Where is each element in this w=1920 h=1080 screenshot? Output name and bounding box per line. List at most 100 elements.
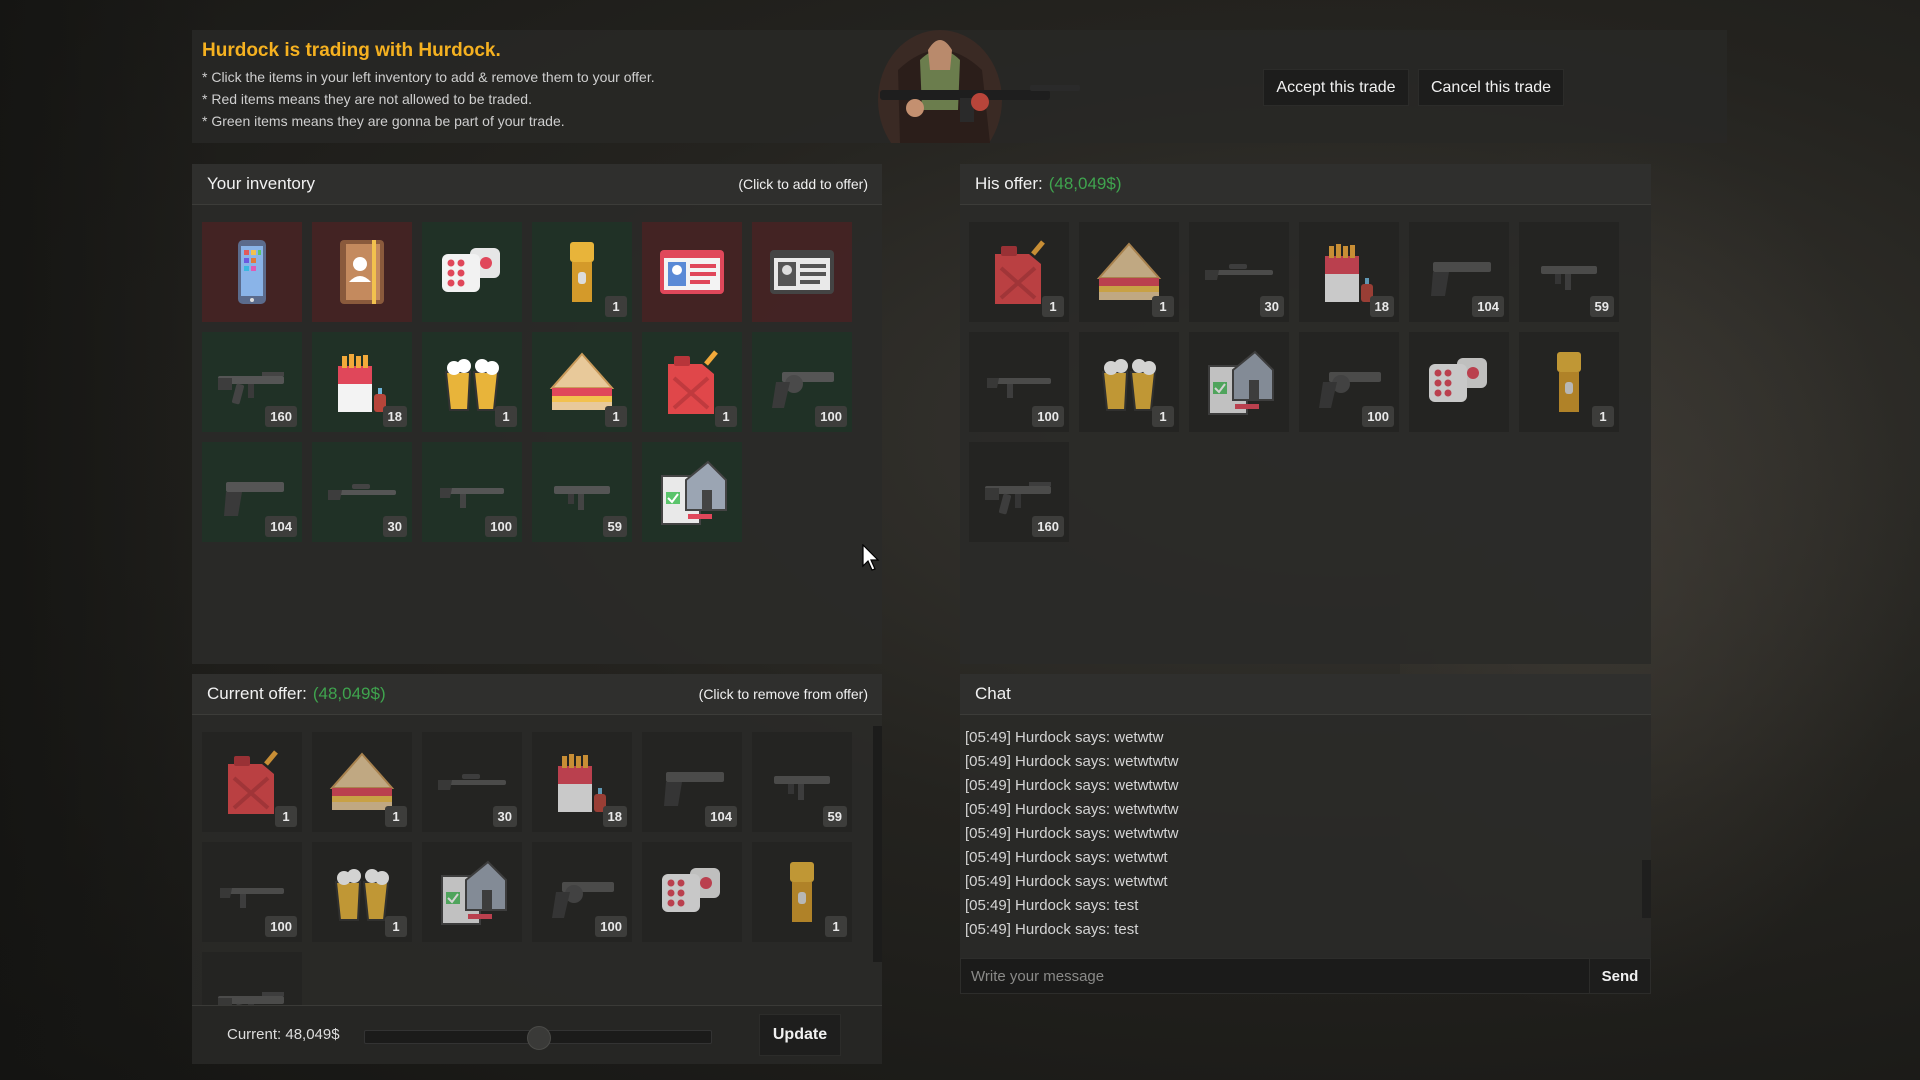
item-slot[interactable] xyxy=(202,952,302,1006)
item-count-badge: 1 xyxy=(1042,296,1064,317)
instruction-line: * Red items means they are not allowed t… xyxy=(202,91,532,107)
his-offer-amount: (48,049$) xyxy=(1048,174,1122,193)
item-count-badge: 160 xyxy=(1032,516,1064,537)
item-slot[interactable]: 59 xyxy=(532,442,632,542)
phone-icon xyxy=(238,240,266,304)
inventory-hint: (Click to add to offer) xyxy=(738,176,868,192)
current-offer-panel: Current offer: (48,049$) (Click to remove… xyxy=(192,674,882,1064)
money-slider-thumb[interactable] xyxy=(527,1026,551,1050)
item-slot[interactable]: 1 xyxy=(202,732,302,832)
item-slot[interactable]: 160 xyxy=(969,442,1069,542)
item-count-badge: 30 xyxy=(492,806,517,827)
chat-message: [05:49] Hurdock says: test xyxy=(965,921,1139,938)
his-offer-panel: His offer: (48,049$) 1 1 30 18 104 59 100 1 100 1 1… xyxy=(960,164,1651,664)
inventory-panel: Your inventory (Click to add to offer) 1… xyxy=(192,164,882,664)
item-slot[interactable]: 104 xyxy=(202,442,302,542)
dice-icon xyxy=(442,248,500,292)
license-card-icon xyxy=(770,250,834,294)
item-slot[interactable] xyxy=(312,222,412,322)
chat-message: [05:49] Hurdock says: wetwtwtw xyxy=(965,825,1179,842)
item-slot[interactable] xyxy=(422,842,522,942)
item-count-badge: 1 xyxy=(605,406,627,427)
item-slot[interactable]: 100 xyxy=(202,842,302,942)
item-count-badge: 1 xyxy=(1152,296,1174,317)
item-slot[interactable]: 100 xyxy=(1299,332,1399,432)
item-count-badge: 30 xyxy=(1259,296,1284,317)
item-slot[interactable]: 1 xyxy=(1519,332,1619,432)
item-count-badge: 100 xyxy=(485,516,517,537)
item-slot[interactable]: 100 xyxy=(752,332,852,432)
background-shade xyxy=(0,0,220,1080)
item-slot[interactable] xyxy=(1189,332,1289,432)
item-slot[interactable]: 1 xyxy=(312,842,412,942)
current-offer-scrollbar[interactable] xyxy=(873,726,882,962)
item-slot[interactable]: 1 xyxy=(1079,222,1179,322)
item-slot[interactable]: 59 xyxy=(752,732,852,832)
item-count-badge: 104 xyxy=(1472,296,1504,317)
inventory-header: Your inventory (Click to add to offer) xyxy=(192,164,882,205)
instruction-line: * Green items means they are gonna be pa… xyxy=(202,113,565,129)
chat-message: [05:49] Hurdock says: wetwtw xyxy=(965,729,1164,746)
item-slot[interactable]: 30 xyxy=(422,732,522,832)
item-slot[interactable]: 1 xyxy=(532,332,632,432)
item-slot[interactable]: 104 xyxy=(642,732,742,832)
chat-header: Chat xyxy=(960,674,1651,715)
item-slot[interactable] xyxy=(752,222,852,322)
item-slot[interactable]: 1 xyxy=(312,732,412,832)
offer-amount-bar: Current: 48,049$ Update xyxy=(192,1005,882,1064)
chat-log: [05:49] Hurdock says: wetwtw [05:49] Hurd… xyxy=(965,726,1178,942)
item-slot[interactable] xyxy=(202,222,302,322)
item-count-badge: 100 xyxy=(595,916,627,937)
chat-panel: Chat [05:49] Hurdock says: wetwtw [05:49]… xyxy=(960,674,1651,994)
item-slot[interactable]: 1 xyxy=(642,332,742,432)
item-slot[interactable] xyxy=(642,442,742,542)
chat-message-input[interactable] xyxy=(960,958,1590,994)
current-offer-hint: (Click to remove from offer) xyxy=(698,686,868,702)
trade-header: Hurdock is trading with Hurdock. * Click… xyxy=(192,30,1727,143)
item-slot[interactable]: 30 xyxy=(312,442,412,542)
send-button[interactable]: Send xyxy=(1589,958,1651,994)
item-count-badge: 1 xyxy=(495,406,517,427)
his-offer-header: His offer: (48,049$) xyxy=(960,164,1651,205)
chat-message: [05:49] Hurdock says: wetwtwtw xyxy=(965,801,1179,818)
item-slot[interactable]: 18 xyxy=(1299,222,1399,322)
item-slot[interactable] xyxy=(642,222,742,322)
chat-message: [05:49] Hurdock says: wetwtwt xyxy=(965,873,1168,890)
item-slot[interactable]: 1 xyxy=(752,842,852,942)
item-slot[interactable]: 104 xyxy=(1409,222,1509,322)
item-slot[interactable]: 1 xyxy=(969,222,1069,322)
chat-message: [05:49] Hurdock says: wetwtwtw xyxy=(965,753,1179,770)
item-slot[interactable]: 100 xyxy=(422,442,522,542)
current-offer-header: Current offer: (48,049$) (Click to remove… xyxy=(192,674,882,715)
chat-scrollbar[interactable] xyxy=(1642,860,1651,918)
accept-trade-button[interactable]: Accept this trade xyxy=(1263,69,1409,106)
item-count-badge: 100 xyxy=(815,406,847,427)
item-slot[interactable]: 160 xyxy=(202,332,302,432)
money-slider[interactable] xyxy=(364,1026,712,1050)
item-slot[interactable]: 18 xyxy=(532,732,632,832)
item-slot[interactable]: 59 xyxy=(1519,222,1619,322)
item-slot[interactable]: 18 xyxy=(312,332,412,432)
item-slot[interactable]: 100 xyxy=(532,842,632,942)
item-slot[interactable]: 1 xyxy=(1079,332,1179,432)
item-slot[interactable]: 1 xyxy=(422,332,522,432)
item-count-badge: 59 xyxy=(822,806,847,827)
chat-message: [05:49] Hurdock says: wetwtwtw xyxy=(965,777,1179,794)
chat-message: [05:49] Hurdock says: test xyxy=(965,897,1139,914)
update-button[interactable]: Update xyxy=(759,1014,841,1056)
item-slot[interactable] xyxy=(422,222,522,322)
item-count-badge: 1 xyxy=(1152,406,1174,427)
character-portrait xyxy=(878,30,1080,143)
assault-rifle-icon xyxy=(218,992,284,1006)
item-slot[interactable] xyxy=(1409,332,1509,432)
item-slot[interactable]: 1 xyxy=(532,222,632,322)
mouse-cursor-icon xyxy=(862,544,880,571)
item-slot[interactable]: 100 xyxy=(969,332,1069,432)
item-count-badge: 100 xyxy=(1362,406,1394,427)
item-count-badge: 18 xyxy=(602,806,627,827)
item-slot[interactable]: 30 xyxy=(1189,222,1289,322)
house-deed-icon xyxy=(661,460,727,525)
cancel-trade-button[interactable]: Cancel this trade xyxy=(1418,69,1564,106)
item-slot[interactable] xyxy=(642,842,742,942)
item-count-badge: 100 xyxy=(265,916,297,937)
